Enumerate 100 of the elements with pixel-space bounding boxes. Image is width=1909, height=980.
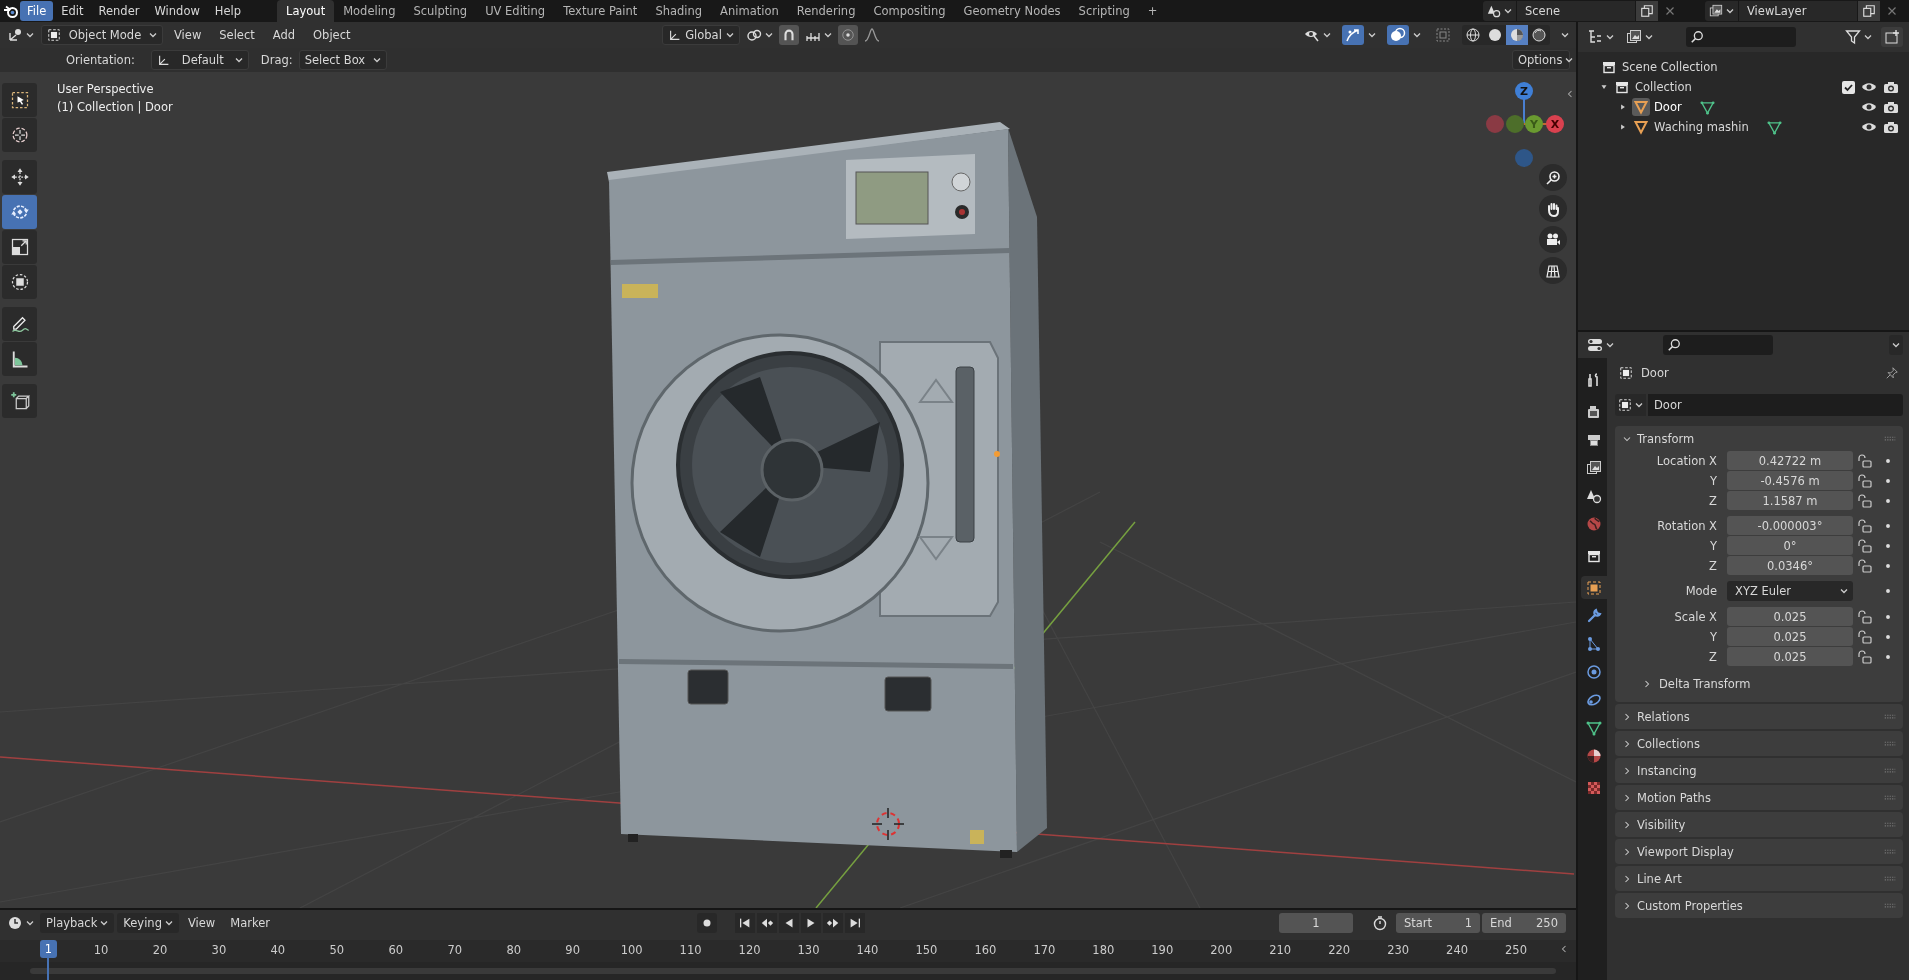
previous-keyframe-button[interactable] <box>757 913 777 933</box>
unlocked-padlock-icon[interactable] <box>1857 628 1873 645</box>
transform-panel-header[interactable]: Transform <box>1621 431 1879 446</box>
panel-header[interactable]: Relations <box>1615 704 1903 729</box>
camera-icon[interactable] <box>1883 79 1899 95</box>
number-field[interactable]: 0.42722 m <box>1727 451 1853 470</box>
panel-header[interactable]: Line Art <box>1615 866 1903 891</box>
menu-dropdown[interactable]: Playback <box>40 913 115 933</box>
menu-item[interactable]: Add <box>265 25 303 45</box>
mode-dropdown[interactable]: Object Mode <box>41 25 163 45</box>
menu-item[interactable]: Render <box>91 1 147 21</box>
menu-item[interactable]: Object <box>306 25 358 45</box>
tool-button[interactable] <box>2 265 37 299</box>
number-field[interactable]: 0.025 <box>1727 607 1853 626</box>
object-type-button[interactable] <box>1615 394 1646 416</box>
record-button[interactable] <box>697 913 717 933</box>
start-frame-field[interactable]: Start 1 <box>1396 913 1480 933</box>
tree-item-label[interactable]: Door <box>1654 100 1682 114</box>
scene-name-field[interactable]: Scene <box>1517 1 1635 21</box>
add-workspace-button[interactable]: + <box>1138 0 1167 22</box>
tool-button[interactable] <box>2 83 37 117</box>
number-field[interactable]: 0.0346° <box>1727 556 1853 575</box>
play-reverse-button[interactable] <box>779 913 799 933</box>
panel-header[interactable]: Viewport Display <box>1615 839 1903 864</box>
view-layer-selector-button[interactable] <box>1705 1 1738 21</box>
properties-tab[interactable] <box>1581 576 1607 599</box>
workspace-tab[interactable]: Compositing <box>864 0 955 22</box>
options-dropdown[interactable]: Options <box>1512 50 1570 70</box>
triangle-mesh-icon[interactable] <box>1766 119 1782 135</box>
object-name-field[interactable]: Door <box>1648 394 1903 416</box>
tool-button[interactable] <box>2 384 37 418</box>
workspace-tab[interactable]: Animation <box>711 0 788 22</box>
number-field[interactable]: -0.4576 m <box>1727 471 1853 490</box>
tool-button[interactable] <box>2 230 37 264</box>
snap-toggle[interactable] <box>778 25 799 45</box>
menu-item[interactable]: Marker <box>224 913 276 933</box>
menu-item[interactable]: Select <box>212 25 262 45</box>
tool-button[interactable] <box>2 118 37 152</box>
duplicate-button[interactable] <box>1858 1 1880 21</box>
number-field[interactable]: 0° <box>1727 536 1853 555</box>
tool-button[interactable] <box>2 307 37 341</box>
z-axis-handle[interactable]: Z <box>1515 82 1533 100</box>
menu-dropdown[interactable]: Keying <box>117 913 179 933</box>
view-layer-name-field[interactable]: ViewLayer <box>1739 1 1857 21</box>
workspace-tab[interactable]: Texture Paint <box>554 0 647 22</box>
unlocked-padlock-icon[interactable] <box>1857 608 1873 625</box>
menu-item[interactable]: Edit <box>54 1 91 21</box>
unlocked-padlock-icon[interactable] <box>1857 537 1873 554</box>
orientation-dropdown[interactable]: Global <box>661 25 740 45</box>
tree-item-label[interactable]: Collection <box>1635 80 1692 94</box>
subpanel-header[interactable]: Delta Transform <box>1621 672 1897 696</box>
play-button[interactable] <box>801 913 821 933</box>
search-field[interactable] <box>1663 335 1773 355</box>
options-button[interactable] <box>1889 335 1903 355</box>
panel-header[interactable]: Instancing <box>1615 758 1903 783</box>
new-collection-button[interactable] <box>1881 27 1903 47</box>
tree-item-label[interactable]: Scene Collection <box>1622 60 1718 74</box>
current-frame-field[interactable]: 1 <box>1279 913 1353 933</box>
number-field[interactable]: 1.1587 m <box>1727 491 1853 510</box>
number-field[interactable]: 0.025 <box>1727 627 1853 646</box>
next-keyframe-button[interactable] <box>823 913 843 933</box>
negative-axis-handle[interactable] <box>1515 149 1533 167</box>
orientation-dropdown[interactable]: Default <box>150 50 249 70</box>
tool-button[interactable] <box>2 342 37 376</box>
workspace-tab[interactable]: Modeling <box>334 0 405 22</box>
skip-back-button[interactable] <box>735 913 755 933</box>
shading-button[interactable] <box>1506 25 1528 45</box>
workspace-tab[interactable]: Geometry Nodes <box>954 0 1070 22</box>
negative-axis-handle[interactable] <box>1506 115 1524 133</box>
duplicate-button[interactable] <box>1636 1 1658 21</box>
gizmo-toggle[interactable] <box>1342 25 1364 45</box>
checkbox[interactable] <box>1842 80 1855 94</box>
workspace-tab[interactable]: Layout <box>277 0 335 22</box>
panel-header[interactable]: Collections <box>1615 731 1903 756</box>
workspace-tab[interactable]: Sculpting <box>404 0 477 22</box>
workspace-tab[interactable]: UV Editing <box>476 0 555 22</box>
menu-item[interactable]: Help <box>207 1 249 21</box>
tool-button[interactable] <box>2 160 37 194</box>
app-logo[interactable] <box>3 3 19 19</box>
skip-forward-button[interactable] <box>845 913 865 933</box>
end-frame-field[interactable]: End 250 <box>1482 913 1566 933</box>
object-icon-highlight[interactable] <box>1632 98 1650 116</box>
menu-item[interactable]: View <box>181 913 222 933</box>
proportional-edit-toggle[interactable] <box>837 25 858 45</box>
number-field[interactable]: 0.025 <box>1727 647 1853 666</box>
panel-header[interactable]: Motion Paths <box>1615 785 1903 810</box>
menu-item[interactable]: Window <box>147 1 207 21</box>
workspace-tab[interactable]: Rendering <box>787 0 865 22</box>
scene-selector-button[interactable] <box>1483 1 1516 21</box>
menu-item[interactable]: View <box>167 25 209 45</box>
object-icon-highlight[interactable] <box>1632 118 1650 136</box>
panel-header[interactable]: Custom Properties <box>1615 893 1903 918</box>
x-axis-handle[interactable]: X <box>1546 115 1564 133</box>
triangle-mesh-icon[interactable] <box>1699 99 1715 115</box>
negative-axis-handle[interactable] <box>1486 115 1504 133</box>
search-field[interactable] <box>1686 27 1796 47</box>
panel-header[interactable]: Visibility <box>1615 812 1903 837</box>
unlocked-padlock-icon[interactable] <box>1857 452 1873 469</box>
unlocked-padlock-icon[interactable] <box>1857 648 1873 665</box>
tree-item-label[interactable]: Waching mashin <box>1654 120 1749 134</box>
